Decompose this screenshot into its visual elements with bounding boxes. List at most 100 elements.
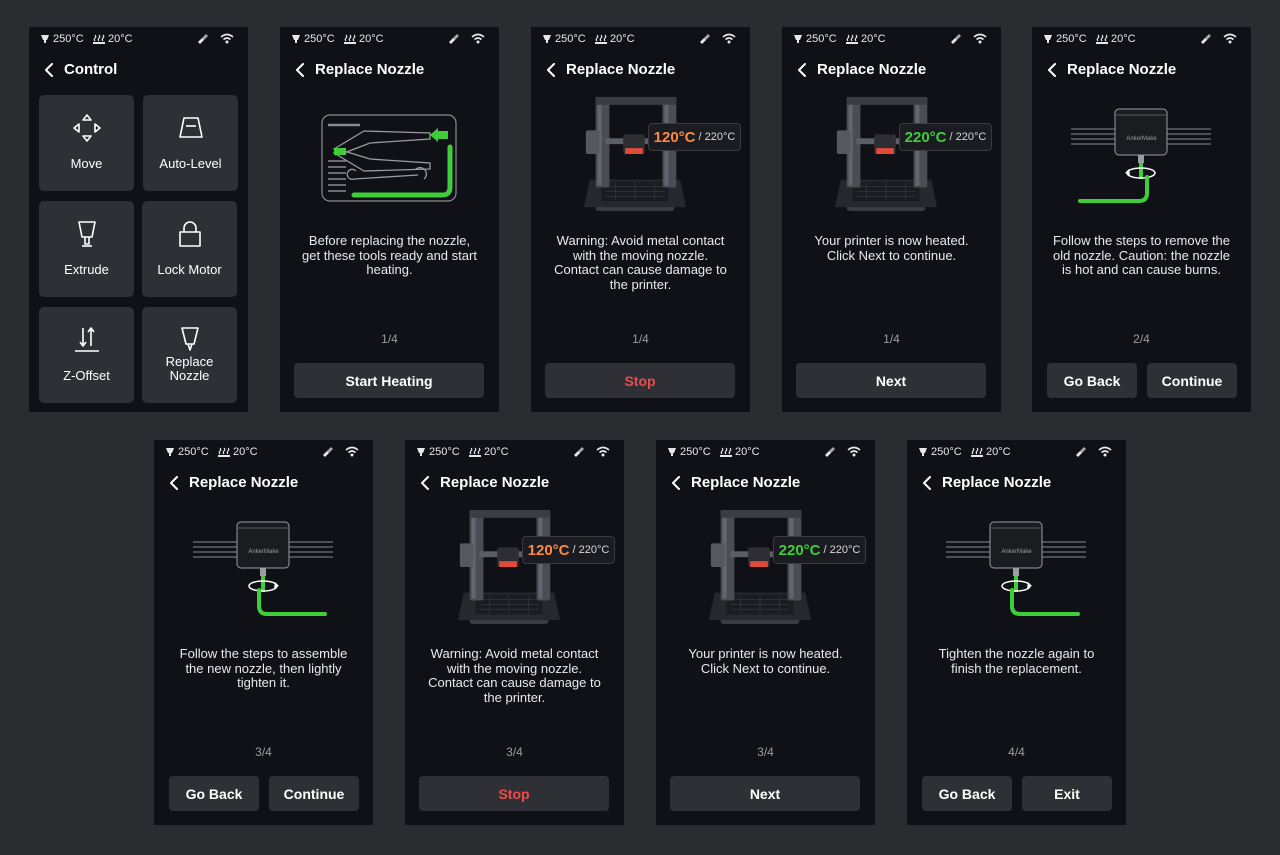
tile-label: Z-Offset (63, 368, 110, 383)
move-icon (39, 113, 134, 143)
nozzle-temp-indicator: 250°C (667, 446, 711, 458)
go-back-button[interactable]: Go Back (169, 776, 259, 811)
illustration-area: 120°C / 220°C (405, 502, 624, 634)
wifi-icon[interactable] (1098, 446, 1112, 457)
continue-button[interactable]: Continue (269, 776, 359, 811)
back-arrow-icon[interactable] (795, 62, 809, 78)
go-back-button[interactable]: Go Back (922, 776, 1012, 811)
instruction-text: Your printer is now heated. Click Next t… (814, 233, 969, 263)
tile-auto-level[interactable]: Auto-Level (143, 95, 238, 191)
screen-title: Replace Nozzle (440, 474, 550, 491)
clean-icon[interactable] (572, 445, 584, 457)
replace-nozzle-screen: 250°C 20°C Replace Nozzle AnkerMake Foll… (154, 440, 373, 825)
stop-button[interactable]: Stop (419, 776, 609, 811)
bed-temp-indicator: 20°C (218, 446, 258, 458)
illustration-area: 220°C / 220°C (782, 89, 1001, 221)
clean-icon[interactable] (1074, 445, 1086, 457)
heated-bed-icon (720, 447, 732, 457)
status-bar: 250°C 20°C (907, 440, 1126, 464)
target-temp: / 220°C (949, 131, 987, 143)
nozzle-temp: 250°C (304, 33, 335, 45)
replace-nozzle-screen: 250°C 20°C Replace Nozzle 120°C / 220°C … (405, 440, 624, 825)
nozzle-icon (40, 34, 50, 44)
go-back-button[interactable]: Go Back (1047, 363, 1137, 398)
next-button[interactable]: Next (796, 363, 986, 398)
illustration-area: AnkerMake (1032, 89, 1251, 221)
back-arrow-icon[interactable] (920, 475, 934, 491)
back-arrow-icon[interactable] (293, 62, 307, 78)
tile-label: Move (70, 156, 103, 171)
continue-button[interactable]: Continue (1147, 363, 1237, 398)
wifi-icon[interactable] (596, 446, 610, 457)
wifi-icon[interactable] (220, 33, 234, 44)
nozzle-temp-indicator: 250°C (542, 33, 586, 45)
wifi-icon[interactable] (847, 446, 861, 457)
screen-title: Replace Nozzle (817, 61, 927, 78)
nozzle-icon (667, 447, 677, 457)
wifi-icon[interactable] (345, 446, 359, 457)
tile-lock[interactable]: Lock Motor (142, 201, 237, 297)
back-arrow-icon[interactable] (42, 62, 56, 78)
clean-icon[interactable] (321, 445, 333, 457)
clean-icon[interactable] (196, 32, 208, 44)
screen-header: Replace Nozzle (656, 472, 875, 494)
back-arrow-icon[interactable] (167, 475, 181, 491)
nozzle-temp-indicator: 250°C (291, 33, 335, 45)
bed-temp-indicator: 20°C (846, 33, 886, 45)
clean-icon[interactable] (698, 32, 710, 44)
nozzle-temp-indicator: 250°C (918, 446, 962, 458)
next-button[interactable]: Next (670, 776, 860, 811)
nozzle-icon (165, 447, 175, 457)
bed-temp-indicator: 20°C (720, 446, 760, 458)
screen-title: Replace Nozzle (189, 474, 299, 491)
instruction-text: Warning: Avoid metal contact with the mo… (428, 646, 601, 705)
illustration-area: AnkerMake (907, 502, 1126, 634)
wifi-icon[interactable] (471, 33, 485, 44)
step-indicator: 3/4 (757, 745, 774, 759)
heated-bed-icon (595, 34, 607, 44)
auto-level-icon (143, 113, 238, 143)
tile-label: Replace Nozzle (165, 354, 214, 383)
tile-z-offset[interactable]: Z-Offset (39, 307, 134, 403)
printer-illustration (827, 91, 945, 219)
heated-bed-icon (93, 34, 105, 44)
instruction-text: Tighten the nozzle again to finish the r… (938, 646, 1095, 676)
step-indicator: 3/4 (506, 745, 523, 759)
nozzle-icon (918, 447, 928, 457)
back-arrow-icon[interactable] (418, 475, 432, 491)
clean-icon[interactable] (949, 32, 961, 44)
wifi-icon[interactable] (1223, 33, 1237, 44)
tile-extrude[interactable]: Extrude (39, 201, 134, 297)
heated-bed-icon (218, 447, 230, 457)
stop-button[interactable]: Stop (545, 363, 735, 398)
wifi-icon[interactable] (973, 33, 987, 44)
filament-path (1078, 175, 1149, 203)
back-arrow-icon[interactable] (669, 475, 683, 491)
nozzle-temp: 250°C (680, 446, 711, 458)
nozzle-temp-indicator: 250°C (165, 446, 209, 458)
screen-header: Replace Nozzle (782, 59, 1001, 81)
step-indicator: 3/4 (255, 745, 272, 759)
clean-icon[interactable] (1199, 32, 1211, 44)
exit-button[interactable]: Exit (1022, 776, 1112, 811)
screen-header: Replace Nozzle (405, 472, 624, 494)
status-bar: 250°C 20°C (29, 27, 248, 51)
clean-icon[interactable] (823, 445, 835, 457)
nozzle-temp: 250°C (1056, 33, 1087, 45)
instruction-text: Warning: Avoid metal contact with the mo… (554, 233, 727, 292)
printer-illustration (701, 504, 819, 632)
nozzle-temp: 250°C (555, 33, 586, 45)
instruction-text: Follow the steps to remove the old nozzl… (1052, 233, 1231, 277)
clean-icon[interactable] (447, 32, 459, 44)
back-arrow-icon[interactable] (1045, 62, 1059, 78)
instruction-text: Before replacing the nozzle, get these t… (302, 233, 477, 277)
back-arrow-icon[interactable] (544, 62, 558, 78)
brand-label: AnkerMake (248, 549, 279, 555)
tile-nozzle[interactable]: Replace Nozzle (142, 307, 237, 403)
wifi-icon[interactable] (722, 33, 736, 44)
start-heating-button[interactable]: Start Heating (294, 363, 484, 398)
nozzle-temp-indicator: 250°C (416, 446, 460, 458)
heated-bed-icon (846, 34, 858, 44)
current-temp: 120°C (527, 541, 570, 559)
tile-move[interactable]: Move (39, 95, 134, 191)
